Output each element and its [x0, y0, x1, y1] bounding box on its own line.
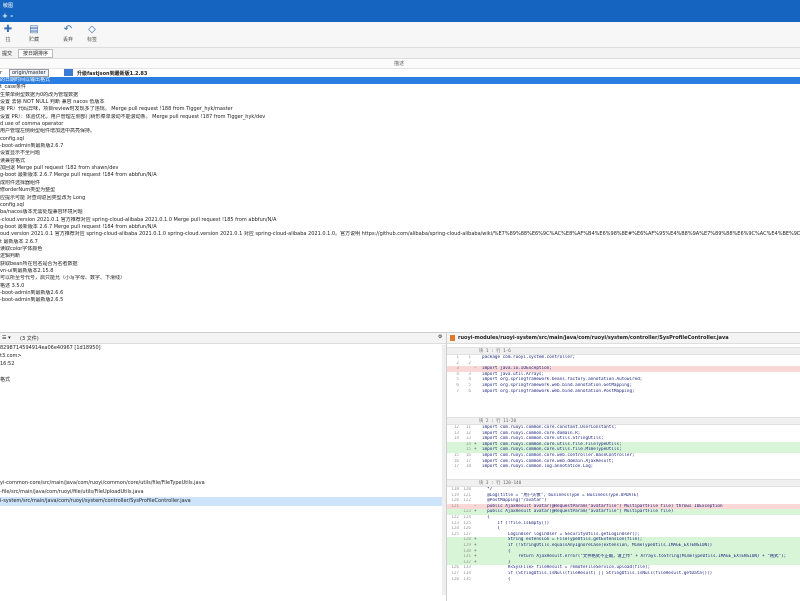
changed-file-row[interactable]: i-system/src/main/java/com/ruoyi/system/…: [0, 497, 446, 506]
changed-file-row[interactable]: -file/src/main/java/com/ruoyi/file/utils…: [0, 488, 446, 497]
commit-row[interactable]: 成附件选择器组件: [0, 180, 800, 187]
old-line-number: 17: [453, 464, 459, 470]
commit-row[interactable]: 设置 去除 NOT NULL 判断 兼容 nacos 低版本: [0, 99, 800, 106]
commit-date: 16:52: [0, 361, 15, 367]
commit-row[interactable]: d use of comma operator: [0, 121, 800, 128]
origin-branch-badge[interactable]: origin/master: [9, 69, 49, 77]
commit-row[interactable]: 设置 PR）：体验优化，用户管理左侧部门树形菜单滚动不能滚动条。 Merge p…: [0, 114, 800, 121]
settings-icon[interactable]: ⚙: [438, 334, 442, 340]
diff-line: 17 18 import com.ruoyi.common.log.annotati…: [447, 464, 800, 470]
commit-row[interactable]: 设置显示不全问题: [0, 150, 800, 157]
details-header: ☰ ▾ (3 文件) ⚙: [0, 333, 446, 344]
column-header: 描述: [0, 59, 800, 69]
stash-button-label: 贮藏: [28, 37, 39, 43]
commit-row[interactable]: 生菜单树型数据为0的改为管理数据: [0, 92, 800, 99]
commit-row[interactable]: 可以所至号代号，启只能允（小写字母、数字、下滑线）: [0, 275, 800, 282]
commit-row[interactable]: 读取color字体颜色: [0, 246, 800, 253]
code-text: import com.ruoyi.common.log.annotation.L…: [482, 464, 594, 470]
bottom-panel: ☰ ▾ (3 文件) ⚙ 8298714594914ea06e40967 [1d…: [0, 332, 800, 601]
diff-line: 7 6 import org.springframework.web.bind.an…: [447, 389, 800, 395]
diff-header: ruoyi-modules/ruoyi-system/src/main/java…: [447, 333, 800, 344]
commit-row[interactable]: -boot-admin到最新版2.6.5: [0, 297, 800, 304]
add-remove-menu[interactable]: + -: [2, 12, 13, 20]
commit-row[interactable]: -boot-admin到最新版2.6.7: [0, 143, 800, 150]
commit-list[interactable]: 的日期时间以输出格式 t_case条件 生菜单树型数据为0的改为管理数据 设置 去除 …: [0, 77, 800, 332]
hunk-header: 块 3 : 行 120-140: [447, 479, 800, 487]
pull-button[interactable]: ✚ 拉: [0, 24, 20, 43]
tag-button-label: 标签: [86, 37, 97, 43]
commit-row[interactable]: 用户管理左侧树型组件增加选中高亮保持。: [0, 128, 800, 135]
java-file-icon: [450, 335, 455, 341]
diff-file-path: ruoyi-modules/ruoyi-system/src/main/java…: [458, 335, 729, 341]
file-count: (3 文件): [20, 336, 39, 342]
sub-toolbar: 提交 按日期排序: [0, 48, 800, 59]
diff-hunk: 块 1 : 行 1-6 1 1 package com.ruoyi.system.co…: [447, 347, 800, 394]
code-text: {: [482, 576, 511, 582]
new-line-number: 6: [468, 388, 471, 394]
diff-hunk: 块 3 : 行 120-140 118 120 */119 121 @Log(titl…: [447, 479, 800, 582]
undo-icon: ↶: [63, 24, 73, 35]
commit-row[interactable]: ba/nacos版本无需处理兼容环境问题: [0, 209, 800, 216]
branch-prefix: r: [0, 70, 3, 76]
commit-row[interactable]: 获取bean所在包名是否为名者数据: [0, 261, 800, 268]
discard-button-label: 丢弃: [62, 37, 73, 43]
code-text: import org.springframework.web.bind.anno…: [482, 388, 635, 394]
plus-icon: ✚: [3, 24, 13, 35]
commit-row[interactable]: g-boot 最新版本 2.6.7 Merge pull request !18…: [0, 224, 800, 231]
commit-row[interactable]: t 最新版本 2.6.7: [0, 239, 800, 246]
diff-panel: ruoyi-modules/ruoyi-system/src/main/java…: [447, 333, 800, 601]
commit-row[interactable]: 修orderNum类型为整型: [0, 187, 800, 194]
commit-row[interactable]: -boot-admin到最新版2.6.6: [0, 290, 800, 297]
description-column-label[interactable]: 描述: [394, 60, 404, 67]
commit-row[interactable]: 逻辑判断: [0, 253, 800, 260]
title-bar: 敏图 + -: [0, 0, 800, 22]
commit-row[interactable]: 应提示可能 对查询返回类型改为 Long: [0, 195, 800, 202]
tag-button[interactable]: ◇ 标签: [80, 24, 104, 43]
commit-row[interactable]: vn-ui到最新版本2.15.8: [0, 268, 800, 275]
commit-row[interactable]: g-boot 最新版本 2.6.7 Merge pull request !18…: [0, 172, 800, 179]
commit-row[interactable]: 的日期时间以输出格式: [0, 77, 800, 85]
new-line-number: 135: [463, 576, 471, 582]
commit-author: t3.com>: [0, 353, 22, 359]
tab-commits[interactable]: 提交: [2, 50, 12, 57]
commit-spacer: [0, 368, 446, 376]
changed-files-list: yi-common-core/src/main/java/com/ruoyi/c…: [0, 479, 446, 506]
tag-icon: [64, 69, 73, 76]
commit-message: 格式: [0, 377, 11, 383]
stash-button[interactable]: ▤ 贮藏: [22, 24, 46, 43]
diff-line: 128 135 {: [447, 577, 800, 583]
commit-row[interactable]: 报 PR）代码异味，项目review时发现多了违规。 Merge pull re…: [0, 106, 800, 113]
pull-button-label: 拉: [5, 37, 11, 43]
new-line-number: 18: [465, 464, 471, 470]
commit-row[interactable]: config.sql: [0, 136, 800, 143]
diff-hunk: 块 2 : 行 11-20 12 11 import com.ruoyi.common…: [447, 417, 800, 470]
commit-row[interactable]: 加回退 Merge pull request !182 from shawn/d…: [0, 165, 800, 172]
window-title: 敏图: [3, 3, 14, 9]
old-line-number: 7: [456, 388, 459, 394]
sort-dropdown[interactable]: 按日期排序: [18, 49, 54, 58]
tag-icon: ◇: [88, 24, 96, 35]
commit-meta: 8298714594914ea06e40967 [1d18950] t3.com…: [0, 344, 446, 384]
hunk-header: 块 2 : 行 11-20: [447, 417, 800, 425]
file-icon: ▤: [29, 24, 39, 35]
commit-row[interactable]: 读兼容格式: [0, 158, 800, 165]
view-mode-toggle[interactable]: ☰ ▾: [2, 335, 11, 341]
changed-file-row[interactable]: yi-common-core/src/main/java/com/ruoyi/c…: [0, 479, 446, 488]
commit-hash: 8298714594914ea06e40967 [1d18950]: [0, 345, 101, 351]
commit-row[interactable]: t_case条件: [0, 84, 800, 91]
commit-row[interactable]: oud.version 2021.0.1 官方推荐对应 spring-cloud…: [0, 231, 800, 238]
discard-button[interactable]: ↶ 丢弃: [56, 24, 80, 43]
commit-row[interactable]: 格述 3.5.0: [0, 283, 800, 290]
hunk-header: 块 1 : 行 1-6: [447, 347, 800, 355]
vertical-scrollbar[interactable]: [442, 345, 446, 595]
commit-row[interactable]: -cloud.version 2021.0.1 官方推荐对应 spring-cl…: [0, 217, 800, 224]
commit-row[interactable]: config.sql: [0, 202, 800, 209]
head-commit-message: 升级fastjson到最新版1.2.83: [77, 71, 148, 77]
old-line-number: 128: [451, 576, 459, 582]
commit-details-panel: ☰ ▾ (3 文件) ⚙ 8298714594914ea06e40967 [1d…: [0, 333, 447, 601]
toolbar: ✚ 拉 ▤ 贮藏 ↶ 丢弃 ◇ 标签: [0, 22, 800, 48]
